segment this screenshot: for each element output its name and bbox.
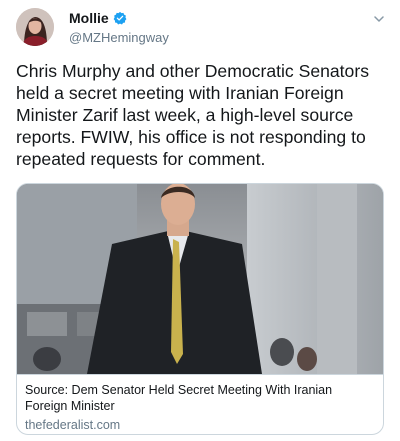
avatar-photo bbox=[16, 8, 54, 46]
tweet-text: Chris Murphy and other Democratic Senato… bbox=[16, 61, 374, 169]
card-body[interactable]: Source: Dem Senator Held Secret Meeting … bbox=[17, 374, 383, 434]
author-name[interactable]: Mollie bbox=[69, 10, 109, 26]
chevron-down-icon[interactable] bbox=[373, 12, 385, 24]
card-title[interactable]: Source: Dem Senator Held Secret Meeting … bbox=[25, 382, 375, 414]
author-handle[interactable]: @MZHemingway bbox=[69, 30, 169, 45]
verified-badge-icon bbox=[113, 11, 127, 25]
author-name-row[interactable]: Mollie bbox=[69, 10, 127, 26]
link-card[interactable]: Source: Dem Senator Held Secret Meeting … bbox=[16, 183, 384, 435]
card-domain[interactable]: thefederalist.com bbox=[25, 417, 375, 433]
card-image[interactable] bbox=[17, 184, 383, 374]
avatar[interactable] bbox=[16, 8, 54, 46]
